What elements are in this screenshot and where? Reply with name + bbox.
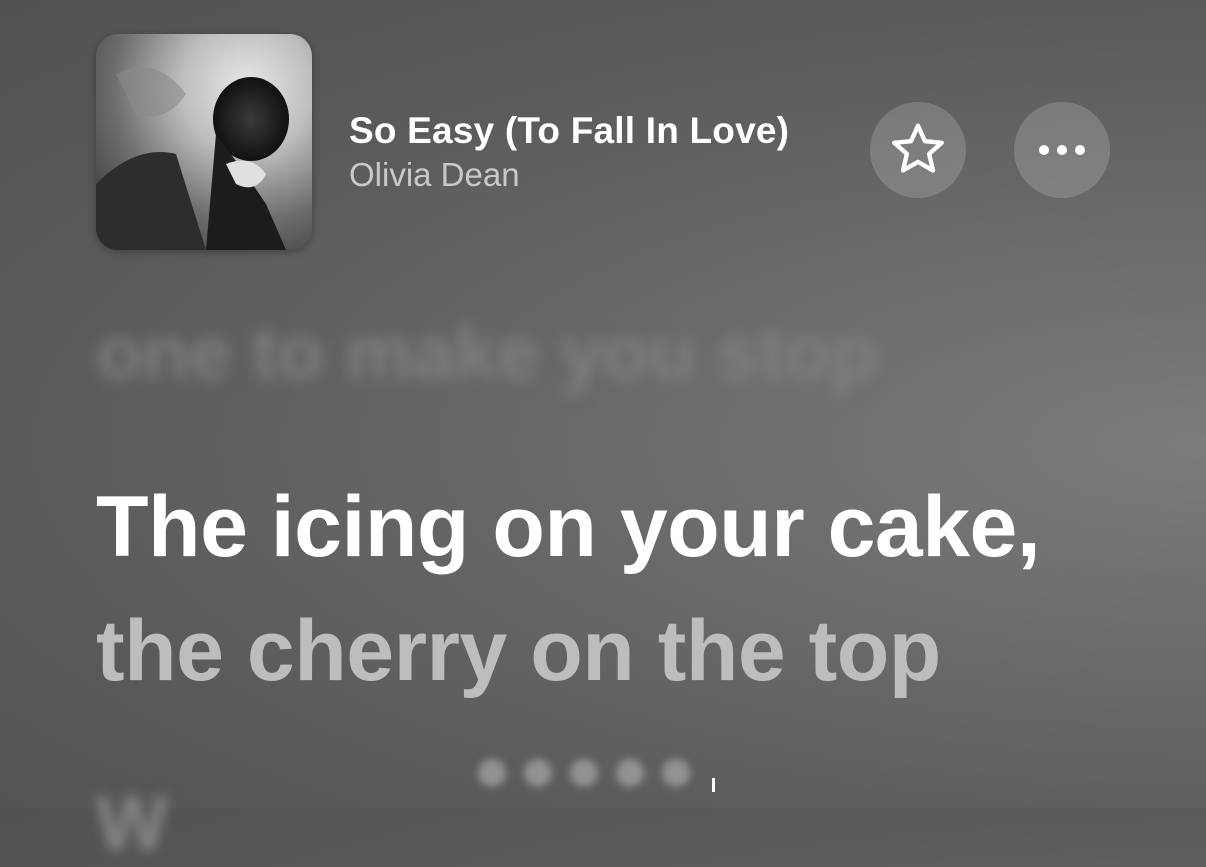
more-options-button[interactable] [1014,102,1110,198]
interlude-dot [478,759,506,787]
ellipsis-icon [1039,145,1085,155]
favorite-button[interactable] [870,102,966,198]
interlude-dot [524,759,552,787]
album-artwork-image [96,67,289,250]
star-icon [892,123,944,173]
text-cursor [712,778,715,792]
artist-name[interactable]: Olivia Dean [349,156,520,194]
interlude-dot [616,759,644,787]
track-title[interactable]: So Easy (To Fall In Love) [349,110,789,152]
interlude-indicator [478,758,718,788]
album-artwork[interactable] [96,34,312,250]
lyric-line-current[interactable]: The icing on your cake, [96,478,1041,577]
lyric-line-next[interactable]: W [96,780,168,867]
interlude-dot [662,759,690,787]
lyric-line-previous[interactable]: one to make you stop [96,310,877,397]
interlude-dot [570,759,598,787]
lyric-line-current-continuation[interactable]: the cherry on the top [96,602,941,701]
